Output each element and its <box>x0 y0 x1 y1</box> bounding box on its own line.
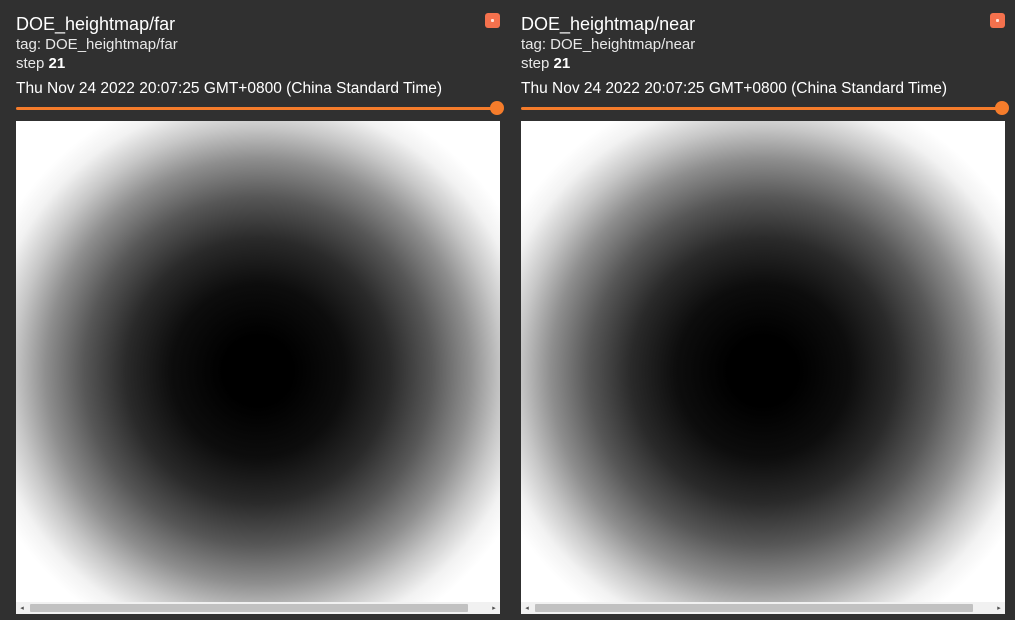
heightmap-image-near <box>521 121 1005 602</box>
scrollbar-thumb[interactable] <box>535 604 973 612</box>
card-title: DOE_heightmap/far <box>16 14 176 34</box>
slider-track[interactable] <box>521 107 1005 110</box>
horizontal-scrollbar[interactable]: ◂ ▸ <box>16 602 500 614</box>
step-slider[interactable] <box>521 101 1009 117</box>
scroll-right-arrow-icon[interactable]: ▸ <box>488 602 500 614</box>
slider-track[interactable] <box>16 107 500 110</box>
scroll-left-arrow-icon[interactable]: ◂ <box>521 602 533 614</box>
card-title: DOE_heightmap/near <box>521 14 696 34</box>
scrollbar-thumb[interactable] <box>30 604 468 612</box>
slider-thumb[interactable] <box>490 101 504 115</box>
step-label: step <box>521 55 550 72</box>
card-step: step 21 <box>16 55 65 73</box>
image-card-near: DOE_heightmap/near tag: DOE_heightmap/ne… <box>521 0 1009 620</box>
step-slider[interactable] <box>16 101 504 117</box>
scroll-left-arrow-icon[interactable]: ◂ <box>16 602 28 614</box>
step-label: step <box>16 55 45 72</box>
slider-thumb[interactable] <box>995 101 1009 115</box>
scroll-right-arrow-icon[interactable]: ▸ <box>993 602 1005 614</box>
card-step: step 21 <box>521 55 570 73</box>
expand-dot <box>491 19 494 22</box>
heightmap-image-far <box>16 121 500 602</box>
image-card-far: DOE_heightmap/far tag: DOE_heightmap/far… <box>16 0 504 620</box>
card-tag: tag: DOE_heightmap/far <box>16 36 178 53</box>
step-value: 21 <box>553 55 571 72</box>
horizontal-scrollbar[interactable]: ◂ ▸ <box>521 602 1005 614</box>
expand-icon[interactable] <box>485 13 500 28</box>
step-value: 21 <box>48 55 66 72</box>
expand-dot <box>996 19 999 22</box>
expand-icon[interactable] <box>990 13 1005 28</box>
card-timestamp: Thu Nov 24 2022 20:07:25 GMT+0800 (China… <box>16 80 443 97</box>
card-timestamp: Thu Nov 24 2022 20:07:25 GMT+0800 (China… <box>521 80 948 97</box>
card-tag: tag: DOE_heightmap/near <box>521 36 696 53</box>
